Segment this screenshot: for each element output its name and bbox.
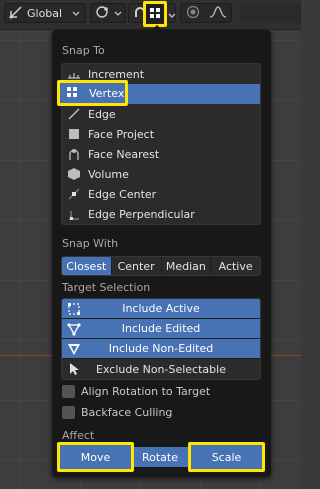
affect-title: Affect [62, 429, 95, 442]
vertex-highlight[interactable]: Vertex [57, 80, 128, 106]
snap-to-edge-center[interactable]: Edge Center [62, 184, 260, 204]
affect-rotate-button[interactable]: Rotate [134, 442, 186, 472]
pivot-icon [94, 5, 110, 22]
face-nearest-icon [66, 146, 82, 162]
snap-target-button[interactable] [143, 1, 167, 27]
snap-with-closest[interactable]: Closest [62, 257, 112, 275]
header-right-area [240, 3, 301, 23]
cursor-arrow-icon [66, 361, 82, 377]
snap-with-center[interactable]: Center [112, 257, 162, 275]
include-active-toggle[interactable]: Include Active [62, 299, 260, 319]
checkbox-box[interactable] [62, 385, 75, 398]
falloff-curve-icon [209, 5, 227, 22]
snap-grid-icon [149, 7, 161, 22]
chevron-down-icon[interactable] [168, 9, 176, 22]
backface-culling-checkbox[interactable]: Backface Culling [62, 406, 172, 419]
popover-arrow [151, 25, 163, 31]
include-edited-icon [66, 321, 82, 337]
snap-to-edge[interactable]: Edge [62, 104, 260, 124]
chevron-down-icon [72, 7, 80, 20]
face-project-icon [66, 126, 82, 142]
edge-perpendicular-icon [66, 206, 82, 222]
chevron-down-icon [114, 7, 122, 20]
orientation-label: Global [27, 6, 63, 20]
snap-with-title: Snap With [62, 237, 119, 250]
proportional-edit-icon [186, 5, 200, 22]
affect-buttons: Move Rotate Scale [56, 442, 266, 472]
checkbox-box[interactable] [62, 406, 75, 419]
pivot-dropdown[interactable] [90, 3, 126, 23]
include-non-edited-toggle[interactable]: Include Non-Edited [62, 339, 260, 359]
align-rotation-checkbox[interactable]: Align Rotation to Target [62, 385, 210, 398]
snap-to-title: Snap To [62, 44, 105, 57]
affect-move-button[interactable]: Move [57, 442, 134, 472]
orientation-icon [9, 5, 23, 22]
target-selection-title: Target Selection [62, 281, 151, 294]
affect-scale-button[interactable]: Scale [188, 442, 265, 472]
edge-center-icon [66, 186, 82, 202]
snap-to-face-nearest[interactable]: Face Nearest [62, 144, 260, 164]
snap-with-median[interactable]: Median [162, 257, 212, 275]
proportional-edit[interactable] [180, 3, 232, 23]
include-non-edited-icon [66, 341, 82, 357]
snap-to-edge-perpendicular[interactable]: Edge Perpendicular [62, 204, 260, 224]
snap-to-face-project[interactable]: Face Project [62, 124, 260, 144]
snap-to-volume[interactable]: Volume [62, 164, 260, 184]
vertex-icon [66, 86, 80, 100]
orientation-dropdown[interactable]: Global [4, 3, 86, 23]
volume-icon [66, 166, 82, 182]
snap-with-selector: Closest Center Median Active [61, 256, 261, 276]
include-active-icon [66, 301, 82, 317]
include-edited-toggle[interactable]: Include Edited [62, 319, 260, 339]
edge-icon [66, 106, 82, 122]
snap-with-active[interactable]: Active [211, 257, 260, 275]
target-selection-list: Include Active Include Edited Include No… [61, 298, 261, 380]
exclude-non-selectable-toggle[interactable]: Exclude Non-Selectable [62, 359, 260, 379]
